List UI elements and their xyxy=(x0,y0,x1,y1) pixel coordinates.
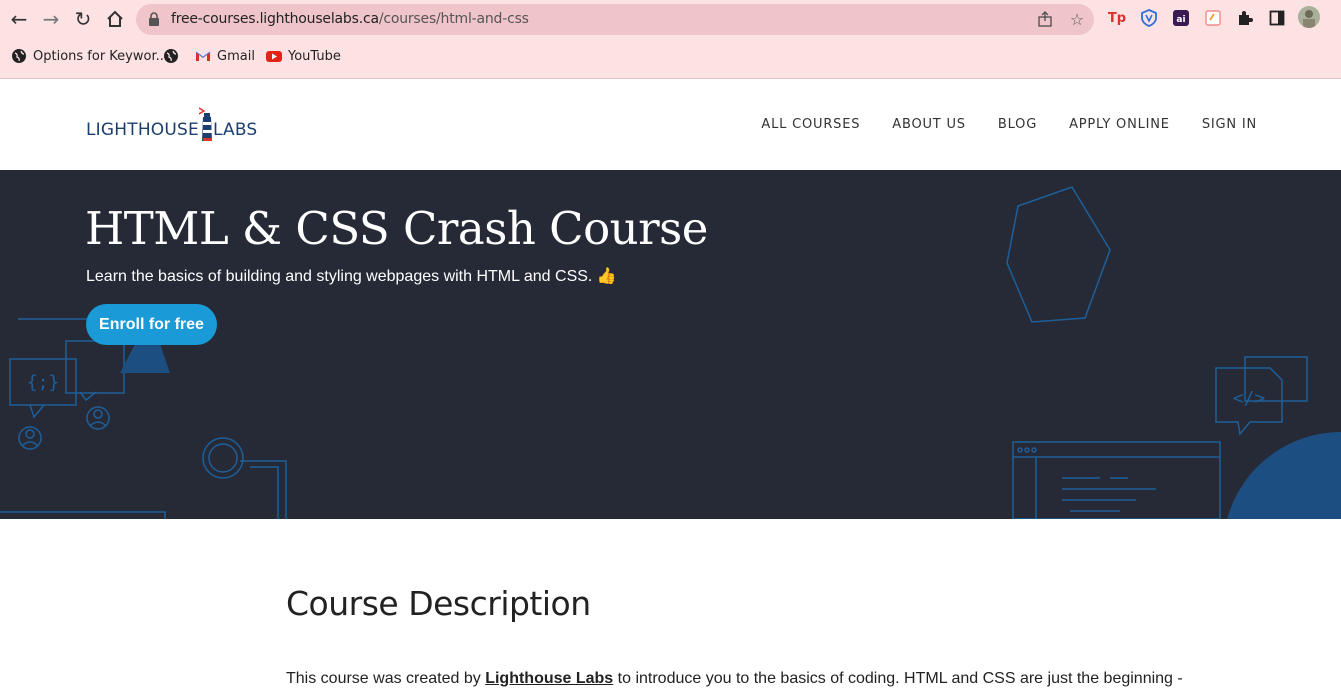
svg-text:</>: </> xyxy=(1233,388,1266,409)
nav-apply-online[interactable]: APPLY ONLINE xyxy=(1069,117,1170,132)
circle-shape xyxy=(1227,432,1341,519)
gmail-icon xyxy=(195,48,211,64)
logo-text-left: LIGHTHOUSE xyxy=(86,120,199,140)
side-panel-icon[interactable] xyxy=(1267,8,1287,28)
nav-all-courses[interactable]: ALL COURSES xyxy=(761,117,860,132)
main-nav: ALL COURSES ABOUT US BLOG APPLY ONLINE S… xyxy=(761,117,1257,132)
back-icon[interactable]: ← xyxy=(6,6,32,32)
globe-icon xyxy=(163,48,179,64)
tp-extension-icon[interactable]: Tp xyxy=(1107,8,1127,28)
bookmark-globe[interactable] xyxy=(163,46,179,66)
profile-avatar[interactable] xyxy=(1298,6,1320,28)
youtube-icon xyxy=(266,48,282,64)
site-header: LIGHTHOUSE LABS ALL COURSES ABOUT US BLO… xyxy=(0,79,1341,170)
globe-icon xyxy=(11,48,27,64)
course-description-heading: Course Description xyxy=(286,584,591,623)
logo-text-right: LABS xyxy=(212,120,258,140)
forward-icon[interactable]: → xyxy=(38,6,64,32)
bookmark-youtube[interactable]: YouTube xyxy=(266,46,341,66)
hero-banner: {;} </> HTML & CSS Crash Course Learn th… xyxy=(0,170,1341,519)
bookmark-gmail[interactable]: Gmail xyxy=(195,46,255,66)
hero-subtitle: Learn the basics of building and styling… xyxy=(86,268,617,285)
lighthouse-labs-link[interactable]: Lighthouse Labs xyxy=(485,670,613,687)
nav-blog[interactable]: BLOG xyxy=(998,117,1037,132)
ai-extension-icon[interactable]: ai xyxy=(1171,8,1191,28)
home-icon[interactable] xyxy=(102,6,128,32)
bookmark-star-icon[interactable]: ☆ xyxy=(1068,11,1086,29)
reload-icon[interactable]: ↻ xyxy=(70,6,96,32)
lock-icon xyxy=(148,12,160,31)
shield-extension-icon[interactable] xyxy=(1139,8,1159,28)
desc-text-after: to introduce you to the basics of coding… xyxy=(613,670,1183,687)
lighthouse-labs-logo[interactable]: LIGHTHOUSE LABS xyxy=(86,105,257,145)
enroll-button[interactable]: Enroll for free xyxy=(86,304,217,345)
lighthouse-icon xyxy=(198,107,212,141)
browser-chrome: ← → ↻ free-courses.lighthouselabs.ca/cou… xyxy=(0,0,1341,79)
desc-text-before: This course was created by xyxy=(286,670,486,687)
course-description-text: This course was created by Lighthouse La… xyxy=(286,670,1183,688)
bookmark-options[interactable]: Options for Keywor... xyxy=(11,46,168,66)
nav-sign-in[interactable]: SIGN IN xyxy=(1202,117,1257,132)
address-bar[interactable]: free-courses.lighthouselabs.ca/courses/h… xyxy=(136,4,1094,35)
puzzle-extensions-icon[interactable] xyxy=(1235,8,1255,28)
page-title: HTML & CSS Crash Course xyxy=(85,202,708,255)
svg-text:ai: ai xyxy=(1176,15,1185,25)
url-text: free-courses.lighthouselabs.ca/courses/h… xyxy=(171,11,529,27)
hexagon-shape xyxy=(1006,186,1111,323)
share-icon[interactable] xyxy=(1036,11,1054,29)
note-extension-icon[interactable] xyxy=(1203,8,1223,28)
nav-about-us[interactable]: ABOUT US xyxy=(892,117,966,132)
svg-text:{;}: {;} xyxy=(27,372,60,393)
